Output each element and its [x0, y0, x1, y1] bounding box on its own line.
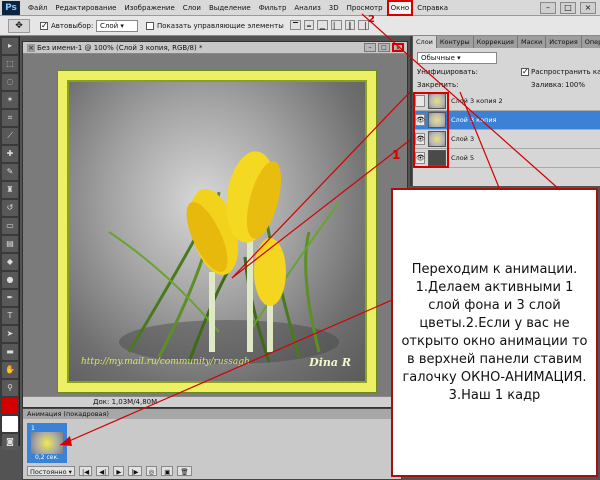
- arrow-to-layers: [459, 91, 501, 191]
- arrow-to-canvas-a: [231, 91, 411, 279]
- step-marker-2: 2: [368, 14, 375, 25]
- arrow-to-frame: [59, 299, 393, 446]
- arrow-to-window-menu: [361, 13, 561, 191]
- arrow-to-canvas-b: [231, 139, 411, 279]
- step-marker-1: 1: [392, 148, 401, 162]
- annotation-arrows: [59, 13, 561, 446]
- arrow-head: [60, 436, 72, 446]
